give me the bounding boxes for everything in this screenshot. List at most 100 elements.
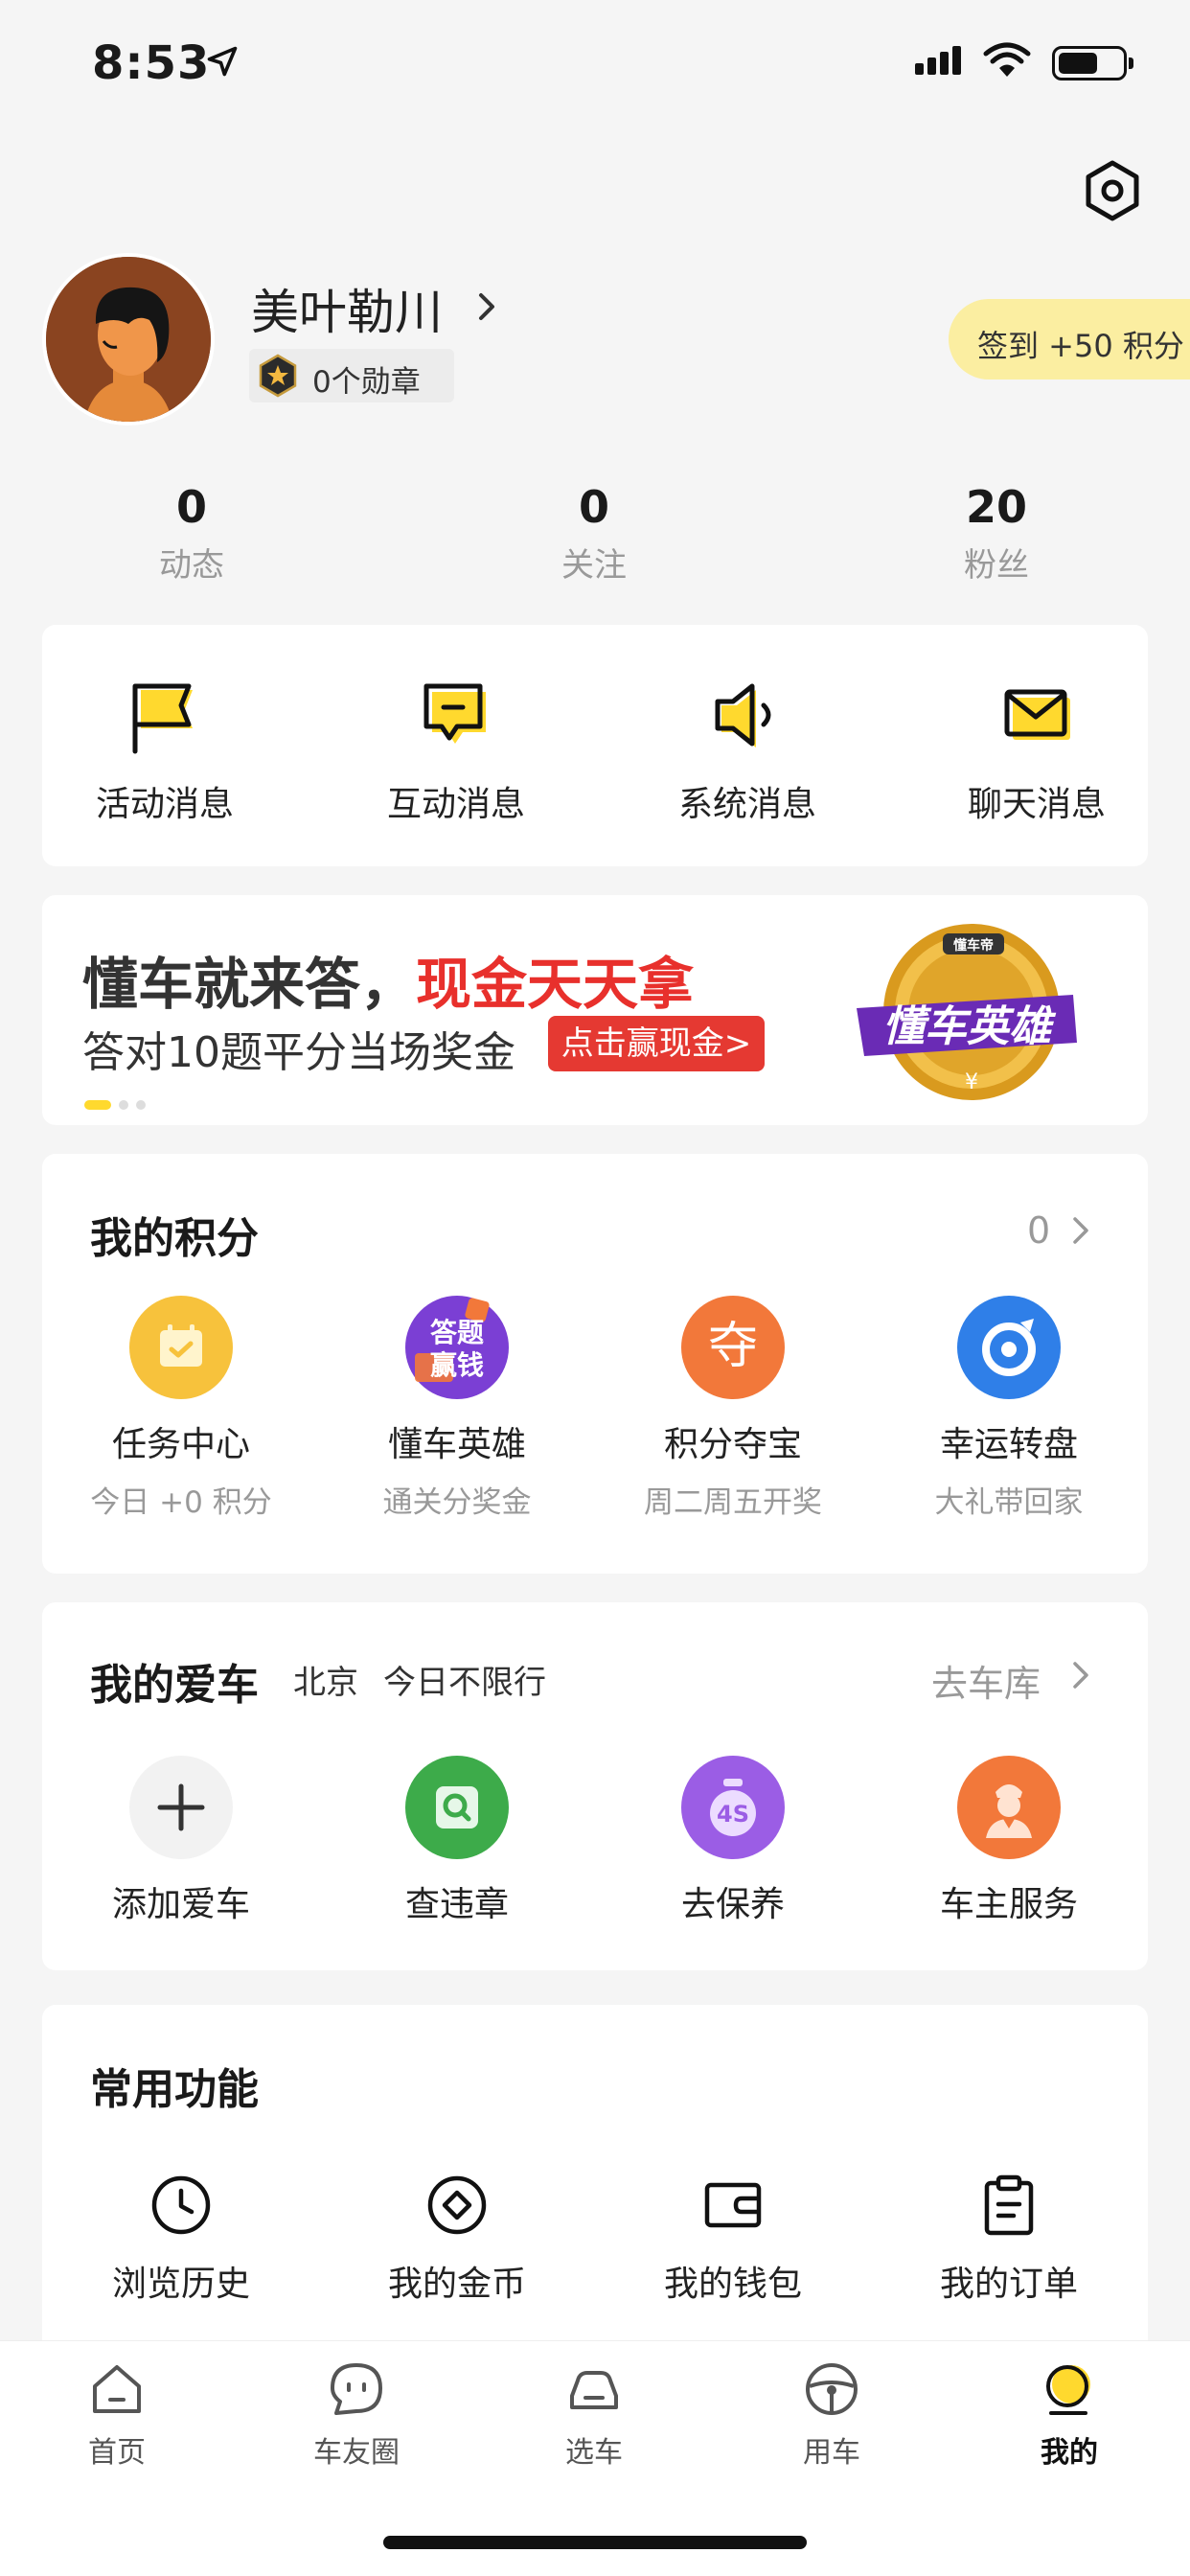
- points-lucky-wheel[interactable]: 幸运转盘 大礼带回家: [880, 1296, 1138, 1521]
- function-wallet[interactable]: 我的钱包: [604, 2172, 862, 2306]
- tab-home[interactable]: 首页: [21, 2359, 213, 2471]
- tab-car-select[interactable]: 选车: [498, 2359, 690, 2471]
- function-label: 我的订单: [939, 2265, 1078, 2304]
- wifi-icon: [983, 42, 1031, 77]
- function-label: 浏览历史: [111, 2265, 250, 2304]
- speaker-icon: [715, 683, 771, 748]
- points-item-sub: 周二周五开奖: [644, 1485, 822, 1520]
- message-activity[interactable]: 活动消息: [59, 677, 270, 826]
- functions-title: 常用功能: [90, 2065, 259, 2114]
- points-treasure[interactable]: 夺 积分夺宝 周二周五开奖: [604, 1296, 862, 1521]
- steering-wheel-icon: [806, 2363, 858, 2415]
- message-label: 互动消息: [386, 785, 525, 824]
- checkin-label[interactable]: 签到 +50 积分: [977, 322, 1184, 366]
- points-task-center[interactable]: 任务中心 今日 +0 积分: [52, 1296, 310, 1521]
- wallet-icon: [704, 2182, 762, 2228]
- car-city[interactable]: 北京: [293, 1656, 358, 1703]
- car-item-label: 添加爱车: [111, 1885, 250, 1924]
- car-item-label: 车主服务: [939, 1885, 1078, 1924]
- tab-label: 车友圈: [313, 2436, 400, 2470]
- home-icon: [93, 2365, 141, 2413]
- medal-star-icon: [259, 354, 297, 398]
- car-owner-service[interactable]: 车主服务: [880, 1756, 1138, 1926]
- car-violations[interactable]: 查违章: [328, 1756, 586, 1926]
- banner-cta-button[interactable]: 点击赢现金>: [548, 1016, 765, 1071]
- location-arrow-icon: [207, 46, 238, 77]
- function-label: 我的钱包: [663, 2265, 802, 2304]
- settings-hexagon-icon[interactable]: [1081, 159, 1144, 222]
- quiz-icon-text-bottom: 赢钱: [430, 1349, 484, 1381]
- function-orders[interactable]: 我的订单: [880, 2172, 1138, 2306]
- points-dongche-hero[interactable]: 答题 赢钱 懂车英雄 通关分奖金: [328, 1296, 586, 1521]
- treasure-icon: 夺: [681, 1296, 785, 1399]
- message-interaction[interactable]: 互动消息: [351, 677, 561, 826]
- avatar[interactable]: [42, 253, 215, 426]
- stat-label: 关注: [561, 546, 627, 585]
- tab-label: 我的: [1041, 2436, 1098, 2470]
- stat-posts[interactable]: 0 动态: [96, 481, 287, 586]
- banner-subline: 答对10题平分当场奖金: [82, 1028, 515, 1077]
- car-title: 我的爱车: [90, 1661, 259, 1710]
- banner-headline-highlight: 现金天天拿: [416, 952, 695, 1017]
- tab-car-use[interactable]: 用车: [736, 2359, 927, 2471]
- dongche-hero-logo: 懂车帝 懂车英雄 ¥: [857, 924, 1077, 1100]
- function-label: 我的金币: [387, 2265, 526, 2304]
- points-title: 我的积分: [90, 1214, 259, 1263]
- points-item-sub: 大礼带回家: [934, 1485, 1084, 1520]
- tab-label: 用车: [803, 2436, 860, 2470]
- tab-profile[interactable]: 我的: [973, 2359, 1165, 2471]
- stat-following[interactable]: 0 关注: [498, 481, 690, 586]
- function-history[interactable]: 浏览历史: [52, 2172, 310, 2306]
- points-item-sub: 通关分奖金: [382, 1485, 532, 1520]
- logo-yuan-symbol: ¥: [965, 1070, 978, 1094]
- clock-icon: [151, 2175, 211, 2235]
- clipboard-icon: [984, 2174, 1034, 2236]
- message-label: 系统消息: [677, 785, 816, 824]
- cellular-signal-icon: [915, 46, 965, 75]
- maintenance-4s-icon: 4S: [681, 1756, 785, 1859]
- garage-link[interactable]: 去车库: [931, 1654, 1041, 1707]
- function-coins[interactable]: 我的金币: [328, 2172, 586, 2306]
- stat-label: 动态: [159, 546, 224, 585]
- violation-search-icon: [405, 1756, 509, 1859]
- car-select-icon: [570, 2371, 618, 2409]
- car-restriction: 今日不限行: [383, 1664, 546, 1702]
- chevron-right-icon[interactable]: [1069, 1213, 1092, 1248]
- message-system[interactable]: 系统消息: [642, 677, 853, 826]
- username[interactable]: 美叶勒川: [251, 274, 443, 343]
- points-value[interactable]: 0: [1027, 1209, 1050, 1252]
- tab-label: 选车: [565, 2436, 623, 2470]
- points-item-label: 任务中心: [111, 1425, 250, 1464]
- plus-icon: [129, 1756, 233, 1859]
- car-item-label: 去保养: [680, 1885, 785, 1924]
- battery-icon: [1052, 46, 1133, 80]
- car-add[interactable]: 添加爱车: [52, 1756, 310, 1926]
- chevron-right-icon[interactable]: [473, 288, 500, 326]
- coin-icon: [427, 2175, 487, 2235]
- profile-icon: [1046, 2365, 1090, 2415]
- car-maintenance[interactable]: 4S 去保养: [604, 1756, 862, 1926]
- chevron-right-icon[interactable]: [1069, 1658, 1092, 1692]
- quiz-icon: 答题 赢钱: [405, 1296, 509, 1399]
- treasure-icon-glyph: 夺: [708, 1318, 758, 1375]
- badge-count-label: 0个勋章: [312, 365, 421, 400]
- flag-icon: [132, 683, 193, 754]
- stat-value: 20: [965, 481, 1027, 533]
- tab-label: 首页: [88, 2436, 146, 2470]
- quiz-icon-text-top: 答题: [430, 1317, 484, 1348]
- message-label: 聊天消息: [967, 785, 1106, 824]
- home-indicator[interactable]: [383, 2536, 807, 2549]
- tab-community[interactable]: 车友圈: [261, 2359, 452, 2471]
- message-chat[interactable]: 聊天消息: [931, 677, 1142, 826]
- status-time: 8:53: [92, 36, 211, 90]
- points-item-label: 懂车英雄: [387, 1425, 526, 1464]
- points-item-sub: 今日 +0 积分: [90, 1485, 272, 1520]
- banner-pagination: [84, 1094, 153, 1113]
- calendar-check-icon: [129, 1296, 233, 1399]
- points-item-label: 幸运转盘: [939, 1425, 1078, 1464]
- maintenance-4s-glyph: 4S: [717, 1801, 749, 1828]
- spin-wheel-icon: [957, 1296, 1061, 1399]
- points-item-label: 积分夺宝: [663, 1425, 802, 1464]
- stat-followers[interactable]: 20 粉丝: [901, 481, 1092, 586]
- logo-main-text: 懂车英雄: [882, 1002, 1057, 1051]
